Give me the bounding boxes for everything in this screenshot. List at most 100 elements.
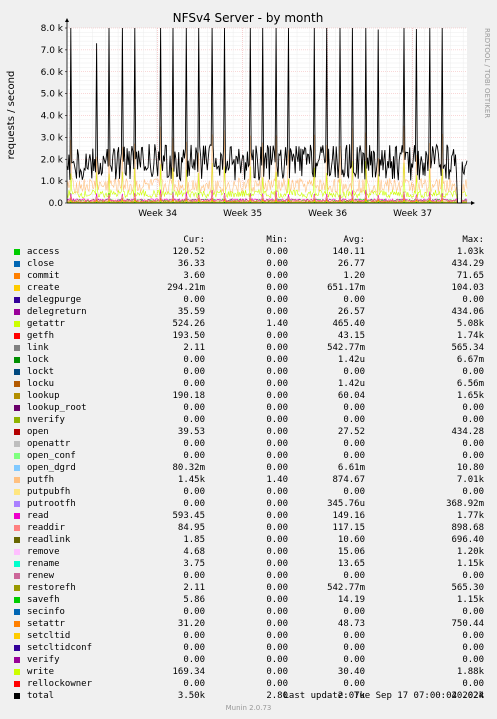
legend-row: close 36.33 0.00 26.77 434.29 bbox=[0, 258, 497, 270]
series-name: verify bbox=[27, 655, 60, 665]
series-name: link bbox=[27, 343, 49, 353]
value-max: 1.20k bbox=[456, 547, 484, 557]
value-cur: 593.45 bbox=[172, 511, 205, 521]
legend-table: Cur: Min: Avg: Max: access 120.52 0.00 140.… bbox=[0, 234, 497, 702]
value-min: 0.00 bbox=[266, 559, 288, 569]
value-avg: 0.00 bbox=[343, 655, 365, 665]
value-cur: 0.00 bbox=[183, 439, 205, 449]
legend-row: create 294.21m 0.00 651.17m 104.03 bbox=[0, 282, 497, 294]
value-max: 0.00 bbox=[462, 571, 484, 581]
value-avg: 1.20 bbox=[343, 271, 365, 281]
value-avg: 0.00 bbox=[343, 607, 365, 617]
value-cur: 84.95 bbox=[177, 523, 205, 533]
value-avg: 542.77m bbox=[327, 343, 365, 353]
series-name: lockt bbox=[27, 367, 55, 377]
legend-row: readdir 84.95 0.00 117.15 898.68 bbox=[0, 522, 497, 534]
legend-row: setcltidconf 0.00 0.00 0.00 0.00 bbox=[0, 642, 497, 654]
value-avg: 6.61m bbox=[337, 463, 365, 473]
value-min: 0.00 bbox=[266, 631, 288, 641]
value-min: 0.00 bbox=[266, 355, 288, 365]
value-cur: 0.00 bbox=[183, 295, 205, 305]
series-name: putfh bbox=[27, 475, 55, 485]
value-max: 1.74k bbox=[456, 331, 484, 341]
value-avg: 0.00 bbox=[343, 631, 365, 641]
legend-row: putfh 1.45k 1.40 874.67 7.01k bbox=[0, 474, 497, 486]
y-tick-label: 4.0 k bbox=[41, 112, 64, 122]
value-max: 1.88k bbox=[456, 667, 484, 677]
legend-row: delegreturn 35.59 0.00 26.57 434.06 bbox=[0, 306, 497, 318]
legend-header: Cur: Min: Avg: Max: bbox=[0, 234, 497, 246]
value-avg: 0.00 bbox=[343, 451, 365, 461]
value-cur: 0.00 bbox=[183, 379, 205, 389]
y-tick-label: 7.0 k bbox=[41, 46, 64, 56]
legend-row: read 593.45 0.00 149.16 1.77k bbox=[0, 510, 497, 522]
munin-version: Munin 2.0.73 bbox=[225, 704, 272, 712]
value-avg: 60.04 bbox=[337, 391, 365, 401]
legend-swatch bbox=[14, 453, 20, 459]
value-avg: 15.06 bbox=[337, 547, 365, 557]
value-max: 0.00 bbox=[462, 655, 484, 665]
legend-swatch bbox=[14, 417, 20, 423]
value-max: 6.67m bbox=[456, 355, 484, 365]
legend-row: nverify 0.00 0.00 0.00 0.00 bbox=[0, 414, 497, 426]
value-max: 1.15k bbox=[456, 595, 484, 605]
legend-row: rename 3.75 0.00 13.65 1.15k bbox=[0, 558, 497, 570]
value-max: 565.30 bbox=[451, 583, 484, 593]
value-cur: 0.00 bbox=[183, 403, 205, 413]
value-cur: 36.33 bbox=[177, 259, 205, 269]
legend-row: locku 0.00 0.00 1.42u 6.56m bbox=[0, 378, 497, 390]
legend-swatch bbox=[14, 381, 20, 387]
value-max: 1.03k bbox=[456, 247, 484, 257]
series-name: lookup_root bbox=[27, 403, 87, 413]
series-name: rename bbox=[27, 559, 60, 569]
series-name: readlink bbox=[27, 535, 71, 545]
series-name: getfh bbox=[27, 331, 55, 341]
value-max: 0.00 bbox=[462, 487, 484, 497]
y-axis-arrow bbox=[65, 18, 69, 22]
series-name: putpubfh bbox=[27, 487, 71, 497]
chart: 0.0 1.0 k 2.0 k 3.0 k 4.0 k 5.0 k 6.0 k 7.0 k 8.… bbox=[6, 11, 491, 219]
value-avg: 465.40 bbox=[332, 319, 365, 329]
value-cur: 80.32m bbox=[172, 463, 205, 473]
legend-row: verify 0.00 0.00 0.00 0.00 bbox=[0, 654, 497, 666]
value-max: 368.92m bbox=[446, 499, 484, 509]
value-cur: 3.60 bbox=[183, 271, 205, 281]
series-name: remove bbox=[27, 547, 60, 557]
value-cur: 3.75 bbox=[183, 559, 205, 569]
legend-row: remove 4.68 0.00 15.06 1.20k bbox=[0, 546, 497, 558]
value-min: 0.00 bbox=[266, 571, 288, 581]
legend-swatch bbox=[14, 621, 20, 627]
value-max: 0.00 bbox=[462, 403, 484, 413]
value-avg: 345.76u bbox=[327, 499, 365, 509]
legend-swatch bbox=[14, 501, 20, 507]
value-avg: 13.65 bbox=[337, 559, 365, 569]
col-cur-header: Cur: bbox=[183, 235, 205, 245]
value-min: 0.00 bbox=[266, 307, 288, 317]
legend-swatch bbox=[14, 561, 20, 567]
value-avg: 0.00 bbox=[343, 403, 365, 413]
x-axis-arrow bbox=[471, 201, 475, 205]
series-name: locku bbox=[27, 379, 55, 389]
value-max: 104.03 bbox=[451, 283, 484, 293]
legend-swatch bbox=[14, 393, 20, 399]
legend-row: putpubfh 0.00 0.00 0.00 0.00 bbox=[0, 486, 497, 498]
series-name: delegpurge bbox=[27, 295, 82, 305]
y-tick-label: 1.0 k bbox=[41, 177, 64, 187]
value-cur: 120.52 bbox=[172, 247, 205, 257]
value-min: 0.00 bbox=[266, 619, 288, 629]
series-name: read bbox=[27, 511, 49, 521]
legend-row: write 169.34 0.00 30.40 1.88k bbox=[0, 666, 497, 678]
legend-row: link 2.11 0.00 542.77m 565.34 bbox=[0, 342, 497, 354]
value-max: 7.01k bbox=[456, 475, 484, 485]
value-avg: 10.60 bbox=[337, 535, 365, 545]
value-max: 0.00 bbox=[462, 415, 484, 425]
value-avg: 0.00 bbox=[343, 439, 365, 449]
value-min: 0.00 bbox=[266, 283, 288, 293]
legend-swatch bbox=[14, 489, 20, 495]
value-max: 696.40 bbox=[451, 535, 484, 545]
legend-swatch bbox=[14, 549, 20, 555]
value-cur: 524.26 bbox=[172, 319, 205, 329]
x-tick-label: Week 34 bbox=[138, 209, 177, 219]
value-max: 0.00 bbox=[462, 631, 484, 641]
value-cur: 4.68 bbox=[183, 547, 205, 557]
